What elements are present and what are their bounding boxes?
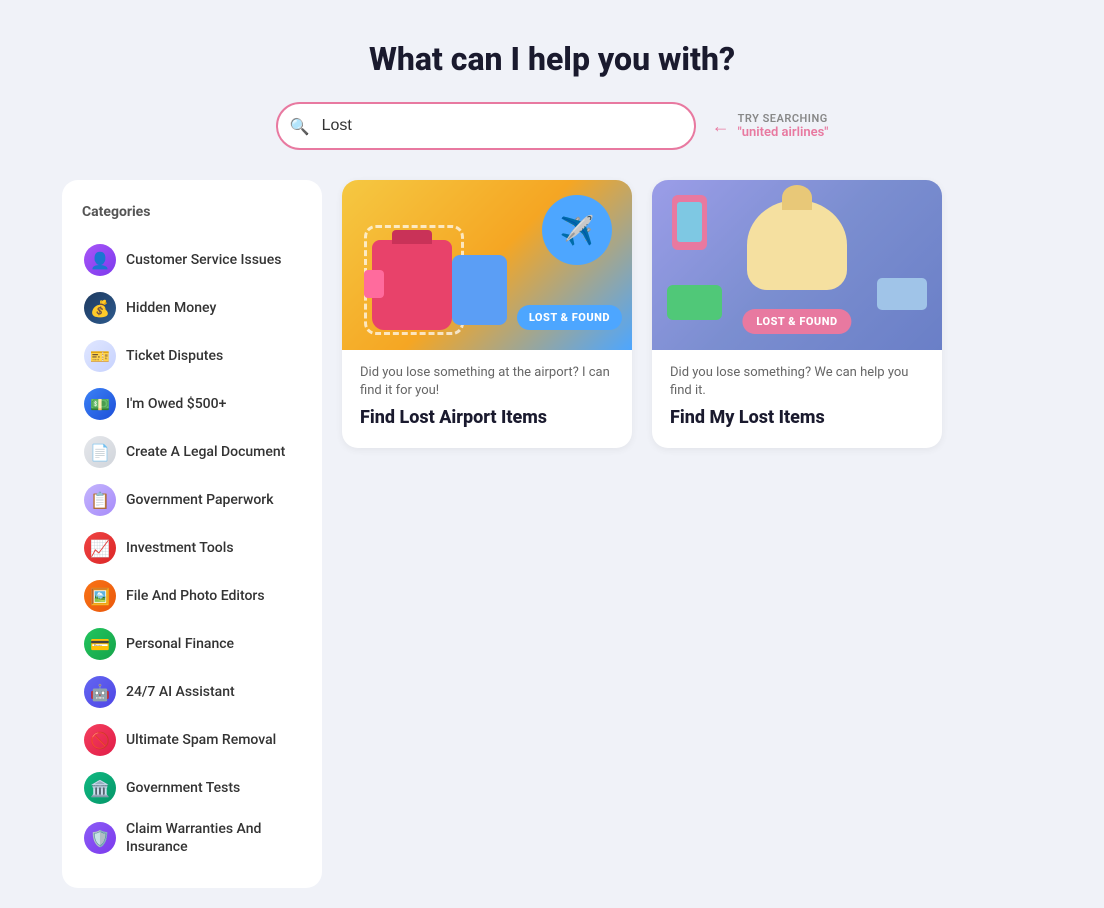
- plane-circle: ✈️: [542, 195, 612, 265]
- sidebar-item-warranties[interactable]: 🛡️ Claim Warranties And Insurance: [78, 812, 306, 864]
- sidebar-item-customer-service[interactable]: 👤 Customer Service Issues: [78, 236, 306, 284]
- wallet-illustration: [667, 285, 722, 320]
- arrow-icon: ←: [712, 116, 730, 137]
- ai-assistant-icon: 🤖: [84, 676, 116, 708]
- card-title: Find Lost Airport Items: [360, 406, 614, 429]
- luggage-illustration: [452, 255, 507, 325]
- sidebar-item-ticket-disputes[interactable]: 🎫 Ticket Disputes: [78, 332, 306, 380]
- sidebar-item-ai-assistant[interactable]: 🤖 24/7 AI Assistant: [78, 668, 306, 716]
- card-airport-image: ✈️ LOST & FOUND: [342, 180, 632, 350]
- category-label: Claim Warranties And Insurance: [126, 820, 300, 856]
- card-title: Find My Lost Items: [670, 406, 924, 429]
- content-area: Categories 👤 Customer Service Issues 💰 H…: [62, 180, 1042, 888]
- sidebar-item-photo-editors[interactable]: 🖼️ File And Photo Editors: [78, 572, 306, 620]
- card-airport-lost[interactable]: ✈️ LOST & FOUND Did you lose something a…: [342, 180, 632, 448]
- card-content: Did you lose something at the airport? I…: [342, 350, 632, 448]
- photo-editors-icon: 🖼️: [84, 580, 116, 612]
- lost-found-badge-pink: LOST & FOUND: [742, 309, 851, 334]
- category-label: I'm Owed $500+: [126, 395, 226, 413]
- category-label: File And Photo Editors: [126, 587, 265, 605]
- category-label: 24/7 AI Assistant: [126, 683, 235, 701]
- card-content: Did you lose something? We can help you …: [652, 350, 942, 448]
- page-container: What can I help you with? 🔍 ← TRY SEARCH…: [0, 0, 1104, 908]
- sidebar-item-investment-tools[interactable]: 📈 Investment Tools: [78, 524, 306, 572]
- category-label: Personal Finance: [126, 635, 234, 653]
- try-searching-term: "united airlines": [738, 125, 829, 140]
- sidebar-item-hidden-money[interactable]: 💰 Hidden Money: [78, 284, 306, 332]
- bag-tag: [364, 270, 384, 298]
- category-label: Create A Legal Document: [126, 443, 285, 461]
- sidebar-item-gov-tests[interactable]: 🏛️ Government Tests: [78, 764, 306, 812]
- cards-area: ✈️ LOST & FOUND Did you lose something a…: [342, 180, 1042, 448]
- legal-document-icon: 📄: [84, 436, 116, 468]
- sidebar-item-owed-500[interactable]: 💵 I'm Owed $500+: [78, 380, 306, 428]
- customer-service-icon: 👤: [84, 244, 116, 276]
- card-item-illustration: [877, 278, 927, 310]
- sidebar-item-legal-document[interactable]: 📄 Create A Legal Document: [78, 428, 306, 476]
- gov-paperwork-icon: 📋: [84, 484, 116, 516]
- hidden-money-icon: 💰: [84, 292, 116, 324]
- category-label: Hidden Money: [126, 299, 216, 317]
- category-label: Customer Service Issues: [126, 251, 281, 269]
- personal-finance-icon: 💳: [84, 628, 116, 660]
- category-label: Ultimate Spam Removal: [126, 731, 276, 749]
- sidebar-item-spam-removal[interactable]: 🚫 Ultimate Spam Removal: [78, 716, 306, 764]
- search-wrapper: 🔍: [276, 102, 696, 150]
- bag-illustration: [372, 240, 452, 330]
- gov-tests-icon: 🏛️: [84, 772, 116, 804]
- page-title: What can I help you with?: [369, 40, 735, 78]
- search-icon: 🔍: [290, 117, 310, 136]
- phone-illustration: [672, 195, 707, 250]
- card-subtitle: Did you lose something? We can help you …: [670, 364, 924, 400]
- card-lost-image: LOST & FOUND: [652, 180, 942, 350]
- card-find-lost[interactable]: LOST & FOUND Did you lose something? We …: [652, 180, 942, 448]
- search-input[interactable]: [276, 102, 696, 150]
- investment-tools-icon: 📈: [84, 532, 116, 564]
- try-searching-label: TRY SEARCHING: [738, 112, 828, 125]
- category-label: Government Paperwork: [126, 491, 274, 509]
- sweater-illustration: [747, 200, 847, 290]
- category-label: Investment Tools: [126, 539, 234, 557]
- warranties-icon: 🛡️: [84, 822, 116, 854]
- category-label: Government Tests: [126, 779, 240, 797]
- sidebar-title: Categories: [78, 204, 306, 220]
- search-area: 🔍 ← TRY SEARCHING "united airlines": [276, 102, 829, 150]
- try-searching-block: ← TRY SEARCHING "united airlines": [712, 112, 829, 140]
- lost-found-badge-blue: LOST & FOUND: [517, 305, 622, 330]
- card-subtitle: Did you lose something at the airport? I…: [360, 364, 614, 400]
- owed-500-icon: 💵: [84, 388, 116, 420]
- sidebar: Categories 👤 Customer Service Issues 💰 H…: [62, 180, 322, 888]
- try-searching: TRY SEARCHING "united airlines": [738, 112, 829, 140]
- sidebar-item-gov-paperwork[interactable]: 📋 Government Paperwork: [78, 476, 306, 524]
- spam-removal-icon: 🚫: [84, 724, 116, 756]
- ticket-disputes-icon: 🎫: [84, 340, 116, 372]
- category-label: Ticket Disputes: [126, 347, 223, 365]
- sidebar-item-personal-finance[interactable]: 💳 Personal Finance: [78, 620, 306, 668]
